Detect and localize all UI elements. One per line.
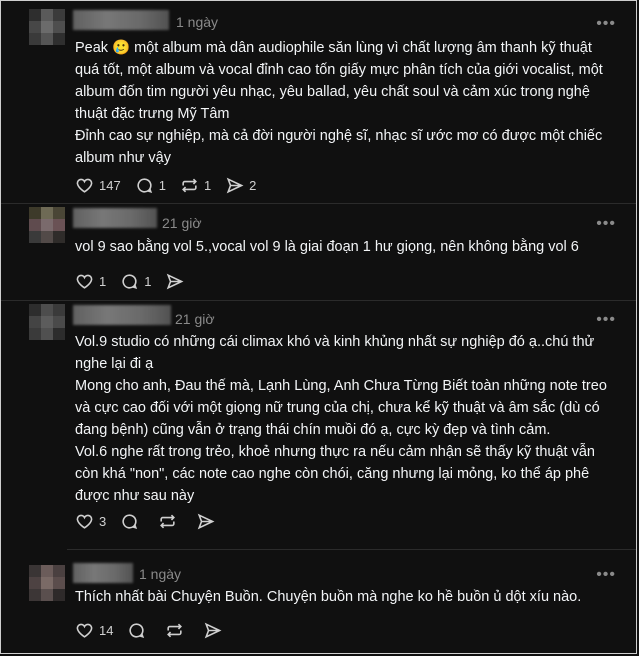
post-paragraph: Đỉnh cao sự nghiệp, mà cả đời người nghệ… bbox=[75, 128, 603, 166]
post-actions: 14 bbox=[75, 621, 241, 640]
username-blurred[interactable] bbox=[73, 208, 157, 228]
post-time: 1 ngày bbox=[139, 566, 182, 582]
share-icon bbox=[205, 622, 222, 639]
post-paragraph: vol 9 sao bằng vol 5.,vocal vol 9 là gia… bbox=[75, 239, 579, 255]
username-blurred[interactable] bbox=[73, 563, 133, 583]
like-button[interactable]: 14 bbox=[75, 621, 113, 640]
more-icon[interactable]: ••• bbox=[596, 312, 616, 328]
reply-count: 1 bbox=[158, 178, 166, 193]
like-button[interactable]: 147 bbox=[75, 176, 121, 195]
post-actions: 147 1 1 2 bbox=[75, 176, 270, 195]
repost-button[interactable] bbox=[165, 621, 189, 640]
post-paragraph: Peak 🥲 một album mà dân audiophile săn l… bbox=[75, 40, 603, 122]
like-count: 147 bbox=[99, 178, 121, 193]
threads-feed: 1 ngày ••• Peak 🥲 một album mà dân audio… bbox=[0, 0, 637, 654]
post-text: Vol.9 studio có những cái climax khó và … bbox=[75, 331, 615, 507]
username-blurred[interactable] bbox=[73, 10, 169, 30]
share-button[interactable] bbox=[165, 272, 195, 291]
post-paragraph: Vol.9 studio có những cái climax khó và … bbox=[75, 334, 595, 372]
post-actions: 3 bbox=[75, 512, 234, 531]
avatar[interactable] bbox=[29, 9, 65, 45]
comment-icon bbox=[137, 178, 152, 194]
reply-count: 1 bbox=[144, 274, 152, 289]
repost-button[interactable] bbox=[158, 512, 182, 531]
post-text: vol 9 sao bằng vol 5.,vocal vol 9 là gia… bbox=[75, 236, 615, 258]
heart-icon bbox=[76, 274, 93, 289]
like-count: 3 bbox=[99, 514, 107, 529]
post-time: 21 giờ bbox=[175, 311, 215, 327]
post-time: 1 ngày bbox=[176, 14, 219, 30]
avatar[interactable] bbox=[29, 304, 65, 340]
share-icon bbox=[226, 177, 244, 194]
share-button[interactable]: 2 bbox=[225, 176, 256, 195]
reply-button[interactable] bbox=[127, 621, 151, 640]
username-blurred[interactable] bbox=[73, 305, 171, 325]
share-count: 2 bbox=[249, 178, 257, 193]
share-icon bbox=[167, 273, 184, 290]
like-count: 14 bbox=[99, 623, 114, 638]
repost-count: 1 bbox=[203, 178, 212, 193]
like-count: 1 bbox=[99, 274, 107, 289]
comment-icon bbox=[122, 514, 138, 530]
like-button[interactable]: 1 bbox=[75, 272, 106, 291]
avatar[interactable] bbox=[29, 207, 65, 243]
reply-button[interactable]: 1 bbox=[135, 176, 166, 195]
divider bbox=[67, 549, 636, 550]
share-icon bbox=[197, 513, 215, 530]
heart-icon bbox=[76, 623, 93, 638]
like-button[interactable]: 3 bbox=[75, 512, 106, 531]
share-button[interactable] bbox=[196, 512, 220, 531]
reply-button[interactable] bbox=[120, 512, 144, 531]
post-paragraph: Vol.6 nghe rất trong trẻo, khoẻ nhưng th… bbox=[75, 444, 595, 504]
repost-icon bbox=[181, 178, 197, 193]
comment-icon bbox=[122, 274, 138, 290]
post-actions: 1 1 bbox=[75, 272, 209, 291]
post-paragraph: Thích nhất bài Chuyện Buồn. Chuyện buồn … bbox=[75, 589, 582, 605]
post-paragraph: Mong cho anh, Đau thế mà, Lạnh Lùng, Anh… bbox=[75, 378, 607, 438]
avatar[interactable] bbox=[29, 565, 65, 601]
comment-icon bbox=[129, 623, 145, 639]
more-icon[interactable]: ••• bbox=[596, 567, 616, 583]
more-icon[interactable]: ••• bbox=[596, 16, 616, 32]
post-time: 21 giờ bbox=[162, 215, 202, 231]
repost-icon bbox=[160, 514, 176, 529]
heart-icon bbox=[76, 178, 93, 193]
share-button[interactable] bbox=[203, 621, 227, 640]
post-text: Thích nhất bài Chuyện Buồn. Chuyện buồn … bbox=[75, 586, 615, 608]
post-text: Peak 🥲 một album mà dân audiophile săn l… bbox=[75, 37, 615, 169]
reply-button[interactable]: 1 bbox=[120, 272, 151, 291]
divider bbox=[1, 203, 636, 204]
divider bbox=[1, 300, 636, 301]
repost-button[interactable]: 1 bbox=[180, 176, 211, 195]
repost-icon bbox=[167, 623, 183, 638]
more-icon[interactable]: ••• bbox=[596, 216, 616, 232]
heart-icon bbox=[76, 514, 93, 529]
